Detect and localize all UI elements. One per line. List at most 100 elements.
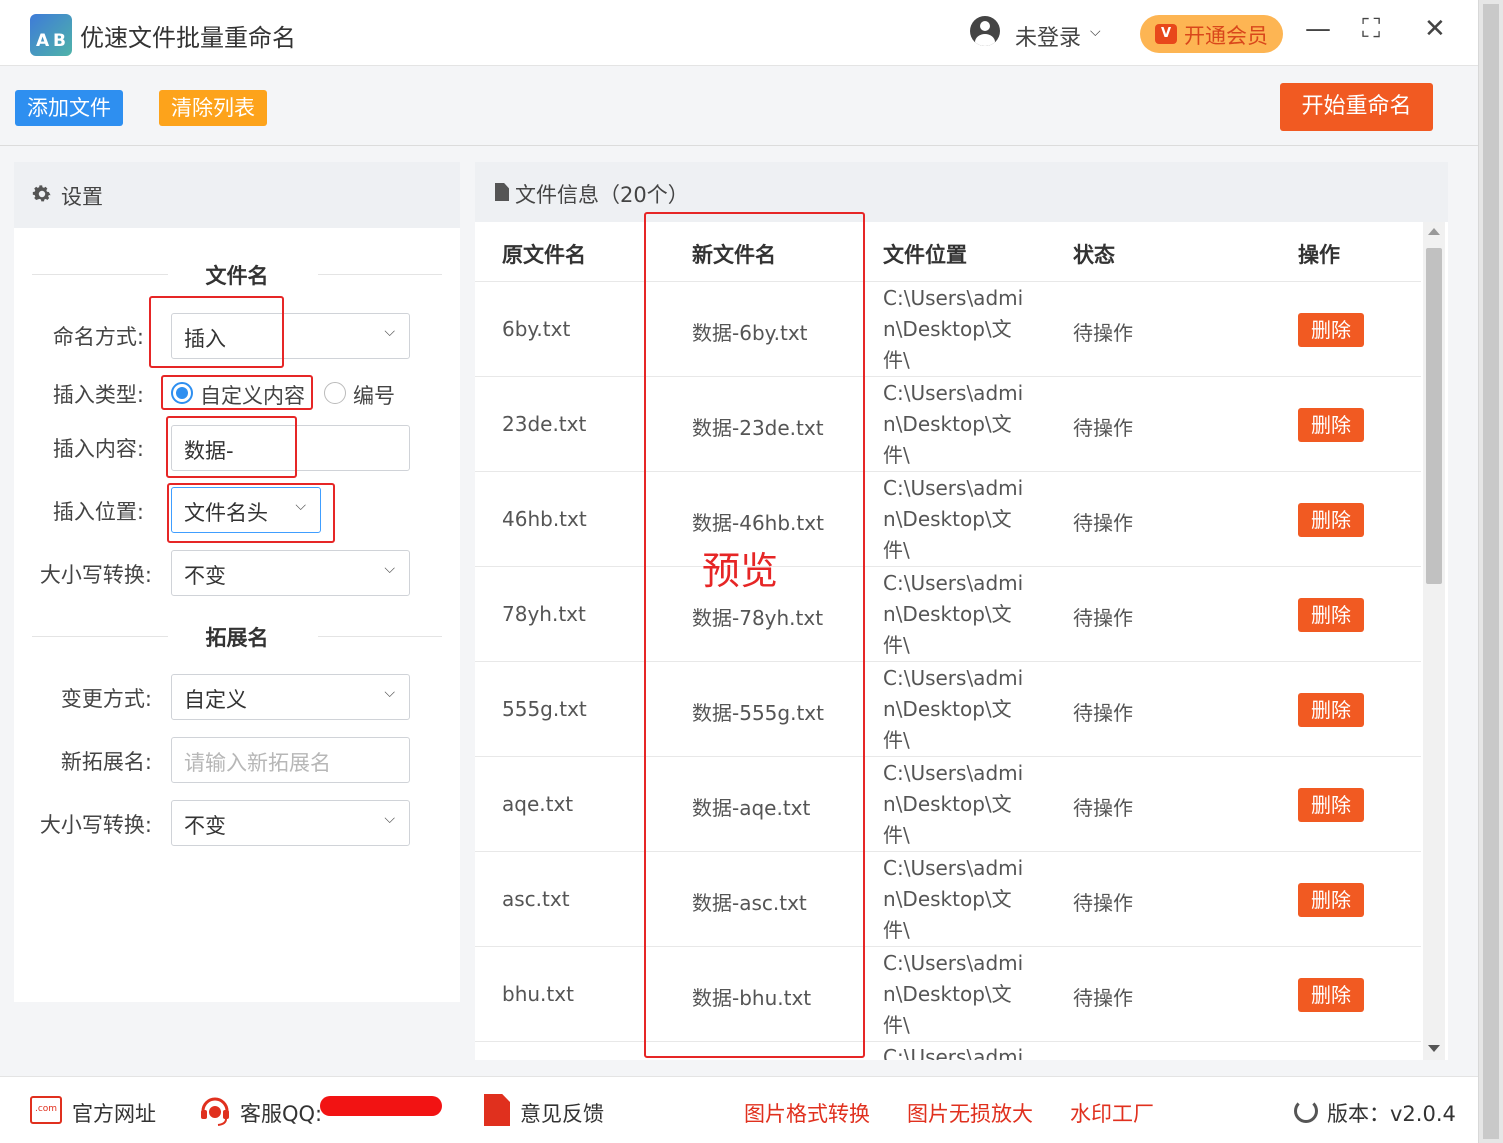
delete-button[interactable]: 删除 <box>1298 883 1364 917</box>
file-location-line: C:\Users\admi <box>883 286 1024 310</box>
user-avatar-icon[interactable] <box>970 16 1000 46</box>
insert-content-label: 插入内容: <box>52 437 144 461</box>
filename-case-value: 不变 <box>184 564 226 588</box>
new-ext-label: 新拓展名: <box>60 750 152 774</box>
chevron-down-icon: ⌵ <box>384 561 395 577</box>
file-info-panel: 文件信息（20个） 原文件名 新文件名 文件位置 状态 操作 6by.txt 数… <box>475 162 1448 1060</box>
delete-button[interactable]: 删除 <box>1298 408 1364 442</box>
window-scroll-thumb[interactable] <box>1483 4 1499 1139</box>
website-link[interactable]: 官方网址 <box>72 1098 156 1128</box>
radio-number[interactable] <box>324 382 346 404</box>
file-location-line: C:\Users\admi <box>883 381 1024 405</box>
table-row: 46hb.txt 数据-46hb.txt C:\Users\admi n\Desk… <box>475 472 1421 567</box>
ext-case-select[interactable]: 不变 ⌵ <box>171 800 410 846</box>
file-location-line: C:\Users\admi <box>883 951 1024 975</box>
table-row: bhu.txt 数据-bhu.txt C:\Users\admi n\Deskto… <box>475 947 1421 1042</box>
feedback-link[interactable]: 意见反馈 <box>520 1098 604 1128</box>
scroll-down-icon[interactable] <box>1428 1045 1440 1052</box>
delete-button[interactable]: 删除 <box>1298 978 1364 1012</box>
add-file-button[interactable]: 添加文件 <box>15 90 123 126</box>
original-filename: 6by.txt <box>502 317 571 341</box>
original-filename: 23de.txt <box>502 412 587 436</box>
footer-bar: .com 官方网址 客服QQ: 意见反馈 图片格式转换 图片无损放大 水印工厂 … <box>0 1076 1478 1143</box>
naming-mode-label: 命名方式: <box>52 325 144 349</box>
file-location-line: 件\ <box>883 348 910 372</box>
start-rename-button[interactable]: 开始重命名 <box>1280 83 1433 131</box>
gear-icon <box>32 185 51 202</box>
file-location-line: n\Desktop\文 <box>883 887 1012 911</box>
file-location: C:\Users\admi n\Desktop\文 件\ <box>883 283 1023 376</box>
radio-number-label[interactable]: 编号 <box>353 380 395 410</box>
website-icon: .com <box>30 1096 62 1124</box>
vip-icon: V <box>1155 24 1177 44</box>
file-location-line: C:\Users\admi <box>883 571 1024 595</box>
delete-button[interactable]: 删除 <box>1298 788 1364 822</box>
image-enlarge-link[interactable]: 图片无损放大 <box>907 1098 1033 1128</box>
refresh-icon[interactable] <box>1294 1099 1318 1123</box>
vip-button[interactable]: V 开通会员 <box>1140 15 1283 53</box>
redacted-qq-number <box>320 1096 442 1116</box>
chevron-down-icon[interactable]: ⌵ <box>1090 24 1101 40</box>
close-icon[interactable]: ✕ <box>1424 14 1446 44</box>
table-row: 23de.txt 数据-23de.txt C:\Users\admi n\Desk… <box>475 377 1421 472</box>
file-location-line: 件\ <box>883 1013 910 1037</box>
table-row: 6by.txt 数据-6by.txt C:\Users\admi n\Deskto… <box>475 282 1421 377</box>
insert-position-label: 插入位置: <box>52 500 144 524</box>
filename-case-select[interactable]: 不变 ⌵ <box>171 550 410 596</box>
table-row: aqe.txt 数据-aqe.txt C:\Users\admi n\Deskto… <box>475 757 1421 852</box>
extension-section-header: 拓展名 <box>14 622 460 652</box>
annotation-box <box>166 416 297 478</box>
file-location-line: n\Desktop\文 <box>883 982 1012 1006</box>
login-status[interactable]: 未登录 <box>1015 20 1081 52</box>
settings-title: 设置 <box>61 185 103 209</box>
file-location-line: n\Desktop\文 <box>883 792 1012 816</box>
settings-panel: 设置 文件名 命名方式: 插入 ⌵ 插入类型: 自定义内容 编号 插入内容: 数… <box>14 162 460 1002</box>
column-header-location: 文件位置 <box>883 243 967 267</box>
support-qq-link[interactable]: 客服QQ: <box>240 1098 322 1128</box>
watermark-link[interactable]: 水印工厂 <box>1070 1098 1154 1128</box>
file-location: C:\Users\admi n\Desktop\文 件\ <box>883 663 1023 756</box>
delete-button[interactable]: 删除 <box>1298 503 1364 537</box>
table-header: 原文件名 新文件名 文件位置 状态 操作 <box>475 222 1421 282</box>
file-status: 待操作 <box>1073 606 1133 630</box>
preview-annotation-label: 预览 <box>702 549 779 593</box>
column-header-status: 状态 <box>1073 243 1115 267</box>
logo-letter-b: B <box>53 31 66 51</box>
clear-list-button[interactable]: 清除列表 <box>159 90 267 126</box>
original-filename: bhu.txt <box>502 982 574 1006</box>
filename-section-title: 文件名 <box>205 264 269 288</box>
maximize-icon[interactable]: ⛶ <box>1362 14 1380 45</box>
vip-label: 开通会员 <box>1184 24 1268 48</box>
new-ext-placeholder: 请输入新拓展名 <box>184 751 331 775</box>
file-location-line: 件\ <box>883 728 910 752</box>
column-header-action: 操作 <box>1298 243 1340 267</box>
file-location-line: 件\ <box>883 443 910 467</box>
file-location-line: C:\Users\admi <box>883 476 1024 500</box>
window-scrollbar[interactable] <box>1478 0 1503 1143</box>
file-location-line: n\Desktop\文 <box>883 507 1012 531</box>
app-title: 优速文件批量重命名 <box>80 24 296 52</box>
file-status: 待操作 <box>1073 701 1133 725</box>
file-location-line: 件\ <box>883 633 910 657</box>
file-status: 待操作 <box>1073 416 1133 440</box>
delete-button[interactable]: 删除 <box>1298 598 1364 632</box>
scroll-thumb[interactable] <box>1426 248 1442 584</box>
minimize-icon[interactable]: — <box>1305 14 1331 44</box>
new-ext-input[interactable]: 请输入新拓展名 <box>171 737 410 783</box>
table-scrollbar[interactable] <box>1423 222 1445 1060</box>
scroll-up-icon[interactable] <box>1428 228 1440 235</box>
file-location: C:\Users\admi n\Desktop\文 件\ <box>883 568 1023 661</box>
file-location-line: n\Desktop\文 <box>883 602 1012 626</box>
annotation-box <box>161 375 313 410</box>
ext-mode-label: 变更方式: <box>60 687 152 711</box>
ext-mode-select[interactable]: 自定义 ⌵ <box>171 674 410 720</box>
table-row: C:\Users\admi <box>475 1042 1421 1060</box>
original-filename: 46hb.txt <box>502 507 587 531</box>
file-location: C:\Users\admi n\Desktop\文 件\ <box>883 758 1023 851</box>
delete-button[interactable]: 删除 <box>1298 313 1364 347</box>
file-status: 待操作 <box>1073 796 1133 820</box>
image-convert-link[interactable]: 图片格式转换 <box>744 1098 870 1128</box>
document-icon <box>495 183 509 201</box>
file-location-line: n\Desktop\文 <box>883 317 1012 341</box>
delete-button[interactable]: 删除 <box>1298 693 1364 727</box>
